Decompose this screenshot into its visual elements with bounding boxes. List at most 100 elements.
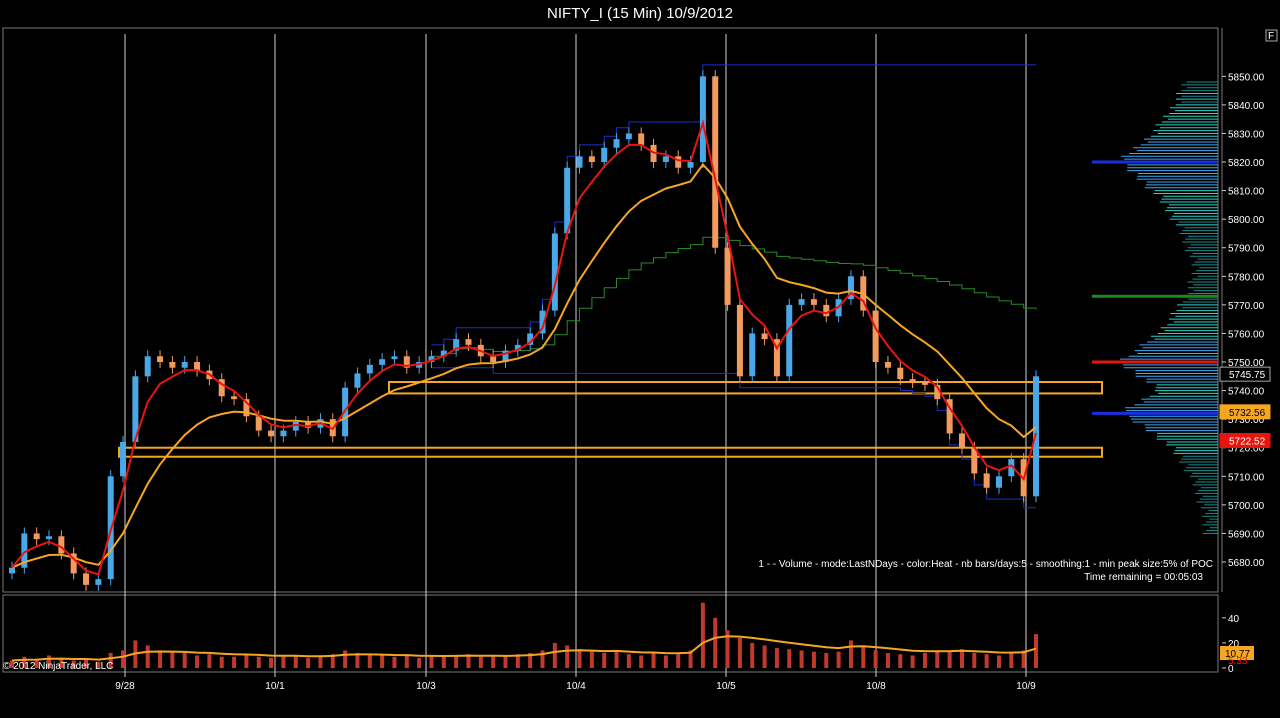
- candle[interactable]: [897, 367, 904, 380]
- support-zones: [118, 381, 1103, 458]
- date-label: 9/28: [115, 681, 135, 692]
- candle[interactable]: [662, 156, 669, 163]
- price-tick-label: 5810.00: [1228, 187, 1265, 198]
- candle[interactable]: [810, 299, 817, 305]
- vwap-line: [431, 236, 1037, 357]
- price-tick-label: 5680.00: [1228, 558, 1265, 569]
- volume-flag-label-2: 5.33: [1228, 656, 1248, 667]
- candle[interactable]: [576, 156, 583, 168]
- candle[interactable]: [749, 333, 756, 377]
- volume-bar: [910, 655, 915, 668]
- date-axis: 9/28 10/1 10/3 10/4 10/5 10/8 10/9: [115, 672, 1036, 692]
- moving-averages: [11, 119, 1037, 576]
- volume-panel: [10, 602, 1038, 668]
- candle[interactable]: [83, 573, 90, 585]
- candle[interactable]: [268, 430, 275, 437]
- candle[interactable]: [33, 533, 40, 540]
- candle[interactable]: [465, 339, 472, 345]
- range-low-line: [431, 367, 1036, 509]
- candle[interactable]: [255, 416, 262, 431]
- candle[interactable]: [181, 362, 188, 368]
- candle[interactable]: [601, 147, 608, 163]
- volume-bar: [121, 650, 126, 668]
- candle[interactable]: [786, 304, 793, 377]
- price-flag-label: 5745.75: [1229, 370, 1266, 381]
- indicator-info-line2: Time remaining = 00:05:03: [1084, 572, 1203, 583]
- price-tick-label: 5690.00: [1228, 529, 1265, 540]
- candle[interactable]: [983, 473, 990, 488]
- volume-bar: [158, 650, 163, 668]
- volume-bar: [145, 645, 150, 668]
- candle[interactable]: [638, 133, 645, 145]
- candle[interactable]: [823, 304, 830, 317]
- candle[interactable]: [95, 579, 102, 585]
- volume-bar: [774, 647, 779, 668]
- copyright-label: © 2012 NinjaTrader, LLC: [3, 661, 113, 672]
- candle[interactable]: [58, 536, 65, 554]
- support-zone[interactable]: [118, 446, 1103, 458]
- candle[interactable]: [995, 476, 1002, 488]
- price-tick-label: 5780.00: [1228, 272, 1265, 283]
- candle[interactable]: [736, 304, 743, 377]
- candle[interactable]: [675, 156, 682, 168]
- volume-bar: [269, 657, 274, 668]
- candle[interactable]: [9, 567, 15, 574]
- candle[interactable]: [366, 364, 373, 374]
- date-label: 10/8: [866, 681, 886, 692]
- volume-bar: [589, 651, 594, 668]
- price-flag-label: 5722.52: [1229, 437, 1266, 448]
- candle[interactable]: [872, 310, 879, 363]
- candle[interactable]: [490, 356, 497, 363]
- volume-bar: [244, 655, 249, 668]
- candle[interactable]: [231, 396, 238, 400]
- ema-fast-line: [11, 119, 1037, 576]
- volume-bar: [935, 651, 940, 668]
- volume-bar: [811, 651, 816, 668]
- candle[interactable]: [280, 430, 287, 437]
- candle[interactable]: [379, 359, 386, 365]
- candle[interactable]: [712, 76, 719, 248]
- candle[interactable]: [761, 333, 768, 340]
- volume-bar: [972, 652, 977, 668]
- candle[interactable]: [884, 362, 891, 368]
- volume-bar: [429, 656, 434, 668]
- price-tick-label: 5790.00: [1228, 244, 1265, 255]
- candle[interactable]: [391, 356, 398, 360]
- price-tick-label: 5800.00: [1228, 215, 1265, 226]
- volume-bar: [787, 649, 792, 668]
- volume-bar: [306, 657, 311, 668]
- candle[interactable]: [613, 139, 620, 148]
- candle[interactable]: [169, 362, 176, 368]
- volume-bar: [404, 655, 409, 668]
- price-chart[interactable]: 5680.005690.005700.005710.005720.005730.…: [0, 0, 1280, 718]
- candle[interactable]: [625, 133, 632, 140]
- candle[interactable]: [120, 442, 127, 477]
- volume-bar: [441, 656, 446, 668]
- candle[interactable]: [909, 379, 916, 383]
- candle[interactable]: [588, 156, 595, 163]
- candle[interactable]: [921, 382, 928, 385]
- candle[interactable]: [687, 162, 694, 168]
- candle[interactable]: [354, 373, 361, 388]
- volume-bar: [663, 655, 668, 668]
- volume-bar: [639, 655, 644, 668]
- candle[interactable]: [46, 536, 53, 540]
- volume-bar: [195, 655, 200, 668]
- candle[interactable]: [699, 76, 706, 163]
- candle[interactable]: [144, 356, 151, 377]
- volume-bar: [651, 652, 656, 668]
- candle[interactable]: [798, 299, 805, 305]
- volume-bar: [1034, 634, 1038, 668]
- volume-bar: [1009, 652, 1014, 668]
- volume-bar: [170, 651, 175, 668]
- candle[interactable]: [157, 356, 164, 363]
- candle[interactable]: [724, 247, 731, 305]
- price-tick-label: 5770.00: [1228, 301, 1265, 312]
- candle[interactable]: [958, 433, 965, 448]
- f-button[interactable]: F: [1265, 29, 1278, 42]
- volume-bar: [577, 649, 582, 668]
- candle[interactable]: [564, 167, 571, 234]
- date-label: 10/5: [716, 681, 736, 692]
- volume-bar: [182, 652, 187, 668]
- volume-bar: [824, 652, 829, 668]
